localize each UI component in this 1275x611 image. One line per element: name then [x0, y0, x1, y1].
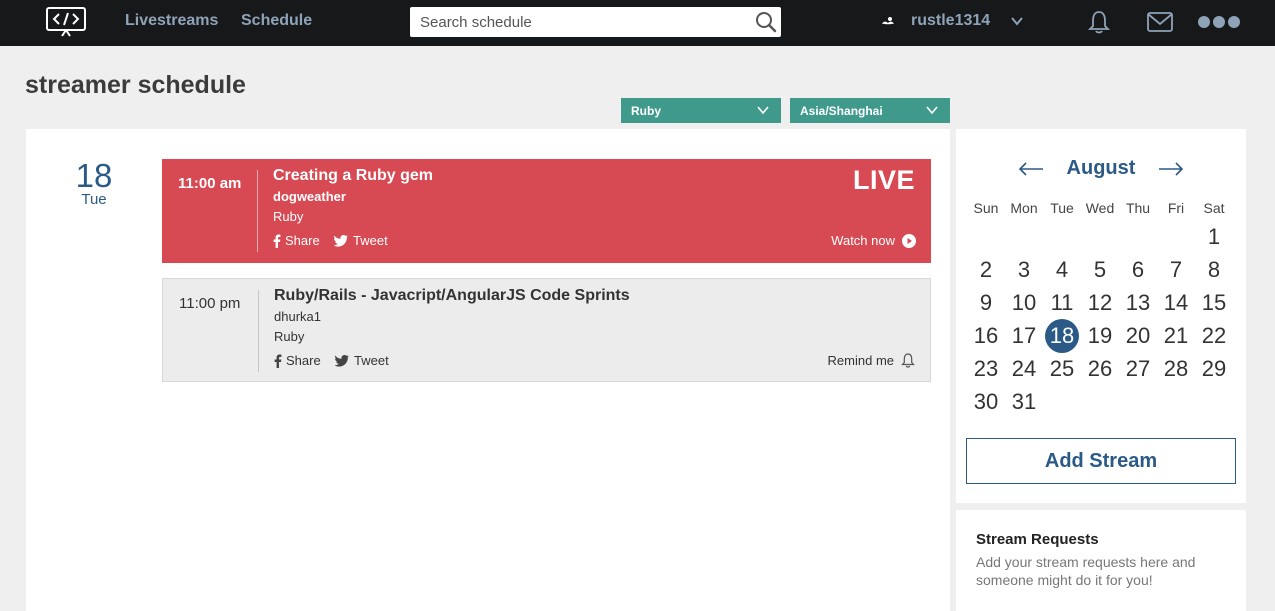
- twitter-icon: [334, 234, 348, 247]
- calendar-weekday-header: Wed: [1085, 200, 1115, 216]
- calendar-day[interactable]: 10: [1005, 286, 1043, 319]
- nav-livestreams-link[interactable]: Livestreams: [125, 12, 218, 30]
- calendar-day[interactable]: 1: [1195, 220, 1233, 253]
- play-circle-icon: [902, 233, 916, 248]
- chevron-down-icon[interactable]: [1010, 14, 1024, 28]
- calendar-day[interactable]: 2: [967, 253, 1005, 286]
- calendar-panel: August Sun Mon Tue Wed Thu Fri Sat 1 2 3 4 5 6 7 8 9 10 1…: [956, 129, 1246, 503]
- event-time: 11:00 am: [178, 175, 242, 192]
- language-filter-value: Ruby: [631, 104, 661, 118]
- share-button[interactable]: Share: [274, 353, 321, 368]
- add-stream-button[interactable]: Add Stream: [966, 438, 1236, 484]
- calendar-day[interactable]: 3: [1005, 253, 1043, 286]
- facebook-icon: [273, 234, 281, 248]
- calendar-day[interactable]: 22: [1195, 319, 1233, 352]
- share-button[interactable]: Share: [273, 233, 320, 248]
- calendar-day[interactable]: 28: [1157, 352, 1195, 385]
- calendar-day[interactable]: 31: [1005, 385, 1043, 418]
- mustache-avatar-icon[interactable]: [880, 14, 896, 30]
- tweet-label: Tweet: [353, 233, 388, 248]
- event-divider: [258, 290, 259, 372]
- language-filter-dropdown[interactable]: Ruby: [621, 98, 781, 123]
- search-input[interactable]: [410, 7, 750, 37]
- event-card-live[interactable]: 11:00 am Creating a Ruby gem dogweather …: [162, 159, 931, 263]
- calendar-day-selected[interactable]: 18: [1043, 319, 1081, 353]
- arrow-right-icon[interactable]: [1158, 161, 1184, 177]
- event-language: Ruby: [274, 329, 305, 344]
- page-title: streamer schedule: [25, 71, 246, 99]
- username-label[interactable]: rustle1314: [911, 12, 990, 30]
- facebook-icon: [274, 354, 282, 368]
- day-weekday: Tue: [81, 191, 107, 208]
- bell-notifications-icon[interactable]: [1088, 10, 1110, 34]
- calendar-day[interactable]: 24: [1005, 352, 1043, 385]
- event-streamer[interactable]: dogweather: [273, 189, 346, 204]
- calendar-day[interactable]: 5: [1081, 253, 1119, 286]
- chevron-down-icon: [926, 106, 938, 115]
- calendar-day[interactable]: 29: [1195, 352, 1233, 385]
- calendar-day[interactable]: 15: [1195, 286, 1233, 319]
- calendar-day[interactable]: 27: [1119, 352, 1157, 385]
- day-date-number: 18: [75, 157, 113, 194]
- calendar-weekday-header: Sun: [973, 200, 999, 216]
- calendar-weekday-header: Sat: [1203, 200, 1225, 216]
- code-monitor-logo-icon[interactable]: [46, 7, 86, 37]
- timezone-filter-dropdown[interactable]: Asia/Shanghai: [790, 98, 950, 123]
- stream-requests-text: Add your stream requests here and someon…: [976, 554, 1196, 588]
- calendar-day[interactable]: 19: [1081, 319, 1119, 352]
- live-badge: LIVE: [852, 165, 915, 195]
- calendar-day[interactable]: 14: [1157, 286, 1195, 319]
- calendar-day[interactable]: 12: [1081, 286, 1119, 319]
- stream-requests-title: Stream Requests: [976, 531, 1099, 548]
- calendar-day[interactable]: 30: [967, 385, 1005, 418]
- calendar-day[interactable]: 23: [967, 352, 1005, 385]
- chevron-down-icon: [757, 106, 769, 115]
- event-language: Ruby: [273, 209, 304, 224]
- event-divider: [257, 170, 258, 252]
- watch-now-button[interactable]: Watch now: [831, 233, 916, 248]
- calendar-day[interactable]: 21: [1157, 319, 1195, 352]
- calendar-day[interactable]: 25: [1043, 352, 1081, 385]
- calendar-day[interactable]: 8: [1195, 253, 1233, 286]
- tweet-button[interactable]: Tweet: [334, 233, 388, 248]
- top-navbar: Livestreams Schedule rustle1314: [0, 0, 1275, 46]
- calendar-day[interactable]: 4: [1043, 253, 1081, 286]
- tweet-label: Tweet: [354, 353, 389, 368]
- event-card-upcoming[interactable]: 11:00 pm Ruby/Rails - Javacript/AngularJ…: [162, 278, 931, 382]
- share-label: Share: [286, 353, 321, 368]
- twitter-icon: [335, 354, 349, 367]
- remind-me-label: Remind me: [827, 353, 894, 368]
- timezone-filter-value: Asia/Shanghai: [800, 104, 883, 118]
- calendar-day[interactable]: 16: [967, 319, 1005, 352]
- remind-me-button[interactable]: Remind me: [828, 353, 915, 368]
- more-options-icon[interactable]: [1197, 15, 1241, 29]
- tweet-button[interactable]: Tweet: [335, 353, 389, 368]
- calendar-day[interactable]: 13: [1119, 286, 1157, 319]
- mail-icon[interactable]: [1147, 12, 1173, 32]
- event-title[interactable]: Creating a Ruby gem: [273, 167, 433, 185]
- calendar-day[interactable]: 26: [1081, 352, 1119, 385]
- calendar-weekday-header: Thu: [1125, 200, 1151, 216]
- share-label: Share: [285, 233, 320, 248]
- calendar-weekday-header: Tue: [1050, 200, 1074, 216]
- search-icon[interactable]: [755, 11, 777, 33]
- search-box: [410, 7, 781, 37]
- calendar-weekday-header: Mon: [1010, 200, 1038, 216]
- calendar-month-title: August: [1066, 157, 1136, 179]
- nav-schedule-link[interactable]: Schedule: [241, 12, 312, 30]
- calendar-day[interactable]: 7: [1157, 253, 1195, 286]
- stream-requests-panel: Stream Requests Add your stream requests…: [956, 510, 1246, 611]
- event-streamer[interactable]: dhurka1: [274, 309, 321, 324]
- bell-icon: [901, 353, 915, 368]
- calendar-day[interactable]: 9: [967, 286, 1005, 319]
- calendar-day[interactable]: 6: [1119, 253, 1157, 286]
- calendar-weekday-header: Fri: [1167, 200, 1185, 216]
- event-time: 11:00 pm: [179, 295, 241, 312]
- calendar-day[interactable]: 11: [1043, 286, 1081, 319]
- calendar-day[interactable]: 17: [1005, 319, 1043, 352]
- calendar-day[interactable]: 20: [1119, 319, 1157, 352]
- watch-now-label: Watch now: [831, 233, 895, 248]
- event-title[interactable]: Ruby/Rails - Javacript/AngularJS Code Sp…: [274, 287, 630, 305]
